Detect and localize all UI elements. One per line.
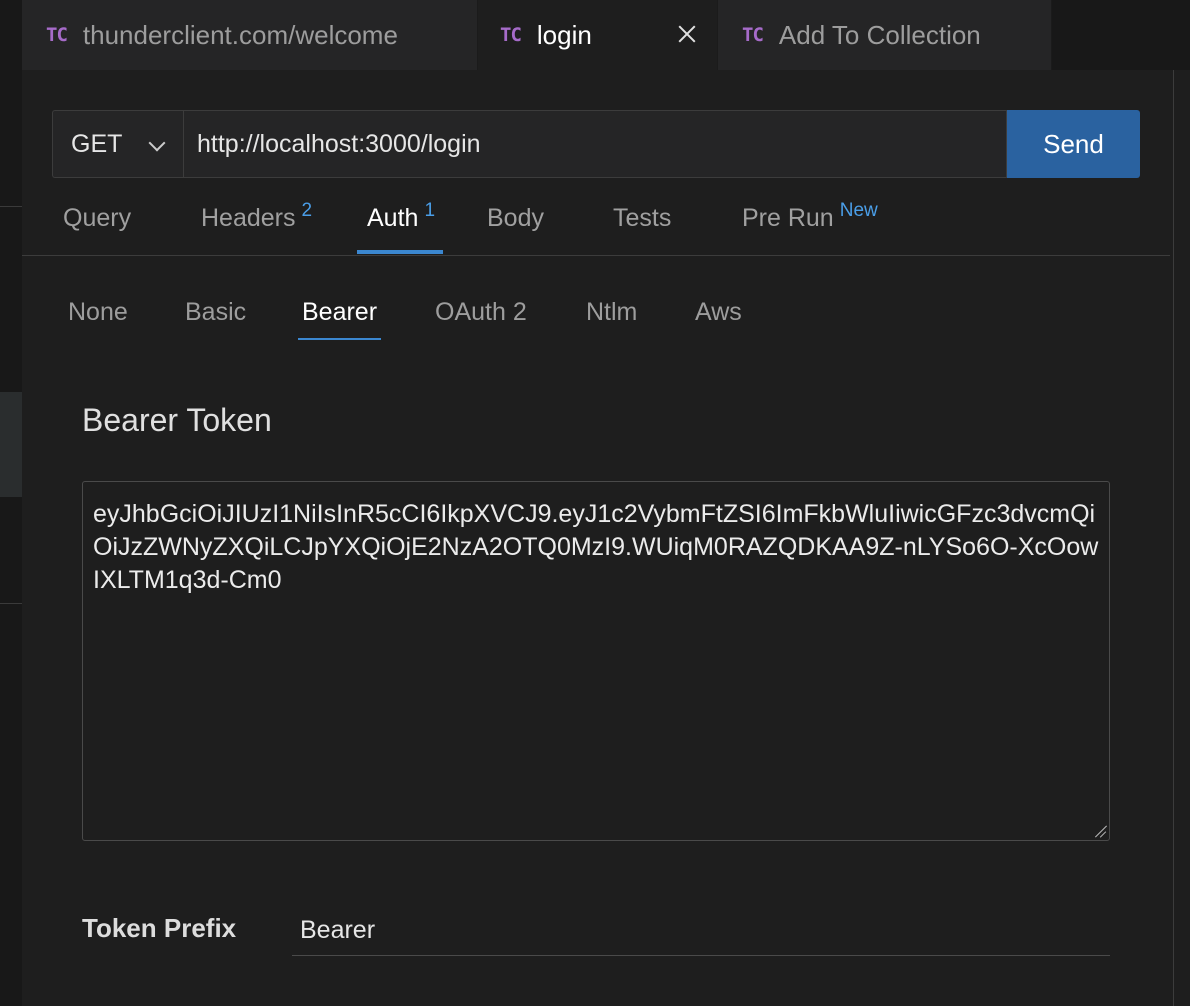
auth-type-none[interactable]: None — [68, 298, 128, 327]
tab-body-label: Body — [487, 204, 544, 232]
auth-count-badge: 1 — [424, 200, 436, 221]
token-value: eyJhbGciOiJIUzI1NiIsInR5cCI6IkpXVCJ9.eyJ… — [93, 500, 1099, 594]
method-select[interactable]: GET — [52, 110, 183, 178]
strip-highlight — [0, 392, 22, 497]
new-badge: New — [839, 200, 878, 221]
strip-divider — [0, 603, 22, 604]
tab-tests[interactable]: Tests — [613, 204, 671, 233]
tab-query-label: Query — [63, 204, 132, 232]
auth-type-aws[interactable]: Aws — [695, 298, 742, 327]
panel-divider — [1173, 70, 1174, 1006]
request-bar: GET http://localhost:3000/login Send — [52, 110, 1140, 178]
tab-pre-run-label: Pre Run — [742, 204, 834, 232]
tabs-divider — [22, 255, 1170, 256]
tab-welcome[interactable]: TC thunderclient.com/welcome — [22, 0, 478, 70]
auth-type-bearer-label: Bearer — [302, 298, 378, 326]
chevron-down-icon — [148, 134, 166, 152]
tab-headers[interactable]: Headers 2 — [201, 200, 312, 233]
thunder-client-icon: TC — [46, 24, 68, 46]
tab-body[interactable]: Body — [487, 204, 544, 233]
bearer-token-heading: Bearer Token — [82, 402, 272, 438]
resize-handle-icon[interactable] — [1093, 824, 1107, 838]
token-prefix-label: Token Prefix — [82, 913, 237, 943]
request-tabs: Query Headers 2 Auth 1 Body Tests Pre Run N… — [22, 196, 1170, 256]
thunder-client-icon: TC — [500, 24, 522, 46]
bearer-token-textarea[interactable]: eyJhbGciOiJIUzI1NiIsInR5cCI6IkpXVCJ9.eyJ… — [82, 481, 1110, 841]
tab-query[interactable]: Query — [63, 204, 131, 233]
url-input[interactable]: http://localhost:3000/login — [183, 110, 1007, 178]
tab-auth-label: Auth — [367, 204, 419, 232]
token-prefix-input[interactable]: Bearer — [292, 906, 1110, 956]
tab-tests-label: Tests — [613, 204, 672, 232]
auth-type-oauth2[interactable]: OAuth 2 — [435, 298, 527, 327]
tab-label: login — [536, 19, 592, 50]
strip-divider — [0, 206, 22, 207]
headers-count-badge: 2 — [301, 200, 313, 221]
tab-pre-run[interactable]: Pre Run New — [742, 200, 878, 233]
tab-label: Add To Collection — [778, 19, 981, 50]
thunder-client-window: TC thunderclient.com/welcome TC login TC… — [0, 0, 1190, 1006]
auth-type-ntlm[interactable]: Ntlm — [586, 298, 637, 327]
active-tab-indicator — [357, 250, 444, 254]
send-button[interactable]: Send — [1007, 110, 1140, 178]
tab-auth[interactable]: Auth 1 — [357, 200, 444, 254]
active-auth-indicator — [298, 338, 382, 340]
method-value: GET — [71, 129, 123, 158]
tab-add-to-collection[interactable]: TC Add To Collection — [718, 0, 1052, 70]
auth-type-basic[interactable]: Basic — [185, 298, 246, 327]
editor-tab-bar: TC thunderclient.com/welcome TC login TC… — [22, 0, 1190, 70]
activity-strip — [0, 0, 22, 1006]
tab-headers-label: Headers — [201, 204, 296, 232]
close-icon[interactable] — [675, 22, 699, 46]
auth-type-bearer[interactable]: Bearer — [298, 298, 382, 340]
tab-label: thunderclient.com/welcome — [82, 19, 398, 50]
thunder-client-icon: TC — [742, 24, 764, 46]
tab-login[interactable]: TC login — [478, 0, 718, 70]
